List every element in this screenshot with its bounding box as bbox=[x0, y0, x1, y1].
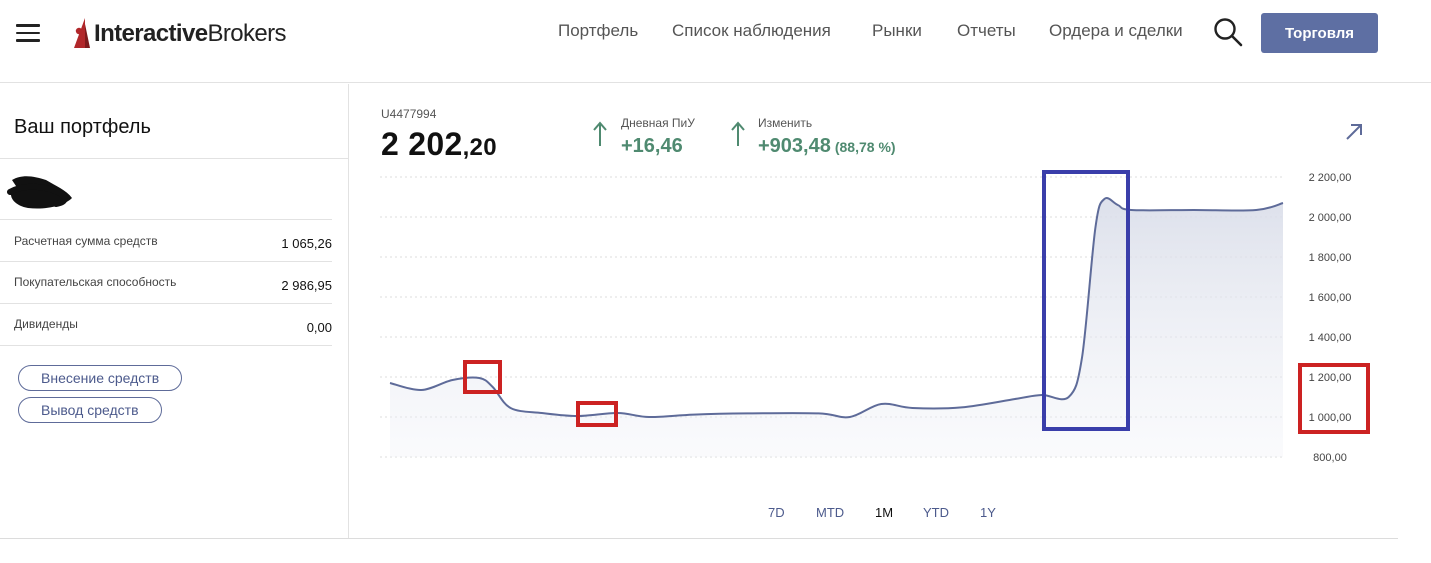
buying-power-value: 2 986,95 bbox=[281, 278, 332, 293]
y-tick-label: 1 000,00 bbox=[1309, 412, 1352, 424]
change-percent: (88,78 %) bbox=[834, 139, 896, 155]
divider bbox=[0, 261, 332, 262]
dividends-label: Дивиденды bbox=[14, 317, 78, 331]
settled-cash-label: Расчетная сумма средств bbox=[14, 234, 158, 248]
balance-fraction: ,20 bbox=[462, 134, 497, 161]
chart-area bbox=[390, 198, 1283, 457]
hamburger-menu-icon[interactable] bbox=[16, 24, 40, 42]
ib-logo[interactable]: InteractiveBrokers bbox=[72, 16, 287, 52]
y-tick-label: 1 800,00 bbox=[1309, 252, 1352, 264]
divider bbox=[0, 219, 332, 220]
arrow-up-icon bbox=[593, 121, 607, 146]
net-liquidation-value: 2 202,20 bbox=[381, 126, 497, 163]
range-1m[interactable]: 1M bbox=[875, 505, 893, 520]
settled-cash-value: 1 065,26 bbox=[281, 236, 332, 251]
change-amount: +903,48 bbox=[758, 135, 831, 157]
daily-pnl-value: +16,46 bbox=[621, 135, 683, 157]
divider bbox=[0, 538, 1398, 539]
account-id: U4477994 bbox=[381, 107, 437, 121]
top-header: InteractiveBrokers Портфель Список наблю… bbox=[0, 0, 1431, 83]
nav-markets[interactable]: Рынки bbox=[872, 21, 922, 41]
deposit-button[interactable]: Внесение средств bbox=[18, 365, 183, 391]
y-tick-label: 800,00 bbox=[1313, 452, 1347, 464]
portfolio-chart[interactable]: 2 200,00 2 000,00 1 800,00 1 600,00 1 400,00… bbox=[378, 166, 1380, 478]
y-tick-label: 2 000,00 bbox=[1309, 212, 1352, 224]
nav-portfolio[interactable]: Портфель bbox=[558, 21, 638, 41]
buying-power-label: Покупательская способность bbox=[14, 275, 177, 289]
range-7d[interactable]: 7D bbox=[768, 505, 785, 520]
daily-pnl-label: Дневная ПиУ bbox=[621, 116, 695, 130]
y-tick-label: 2 200,00 bbox=[1309, 172, 1352, 184]
redacted-scribble bbox=[7, 176, 73, 209]
portfolio-panel: Ваш портфель Расчетная сумма средств 1 0… bbox=[0, 84, 349, 538]
trade-button[interactable]: Торговля bbox=[1261, 13, 1378, 53]
change-value: +903,48 (88,78 %) bbox=[758, 135, 896, 158]
range-mtd[interactable]: MTD bbox=[816, 505, 844, 520]
balance-integer: 2 202 bbox=[381, 126, 463, 162]
nav-reports[interactable]: Отчеты bbox=[957, 21, 1016, 41]
logo-text-regular: Brokers bbox=[207, 20, 286, 47]
y-tick-label: 1 400,00 bbox=[1309, 332, 1352, 344]
withdraw-button[interactable]: Вывод средств bbox=[18, 397, 162, 423]
nav-orders-trades[interactable]: Ордера и сделки bbox=[1049, 21, 1183, 41]
divider bbox=[0, 158, 348, 159]
search-icon[interactable] bbox=[1213, 17, 1243, 47]
divider bbox=[0, 303, 332, 304]
range-ytd[interactable]: YTD bbox=[923, 505, 949, 520]
change-label: Изменить bbox=[758, 116, 813, 130]
ib-logo-icon bbox=[74, 18, 90, 48]
dividends-value: 0,00 bbox=[306, 320, 332, 335]
portfolio-title: Ваш портфель bbox=[14, 116, 151, 138]
range-1y[interactable]: 1Y bbox=[980, 505, 996, 520]
nav-watchlist[interactable]: Список наблюдения bbox=[672, 21, 831, 41]
logo-text-bold: Interactive bbox=[94, 20, 208, 47]
expand-arrow-icon[interactable] bbox=[1344, 122, 1364, 142]
y-tick-label: 1 600,00 bbox=[1309, 292, 1352, 304]
arrow-up-icon bbox=[731, 121, 745, 146]
divider bbox=[0, 345, 332, 346]
y-tick-label: 1 200,00 bbox=[1309, 372, 1352, 384]
